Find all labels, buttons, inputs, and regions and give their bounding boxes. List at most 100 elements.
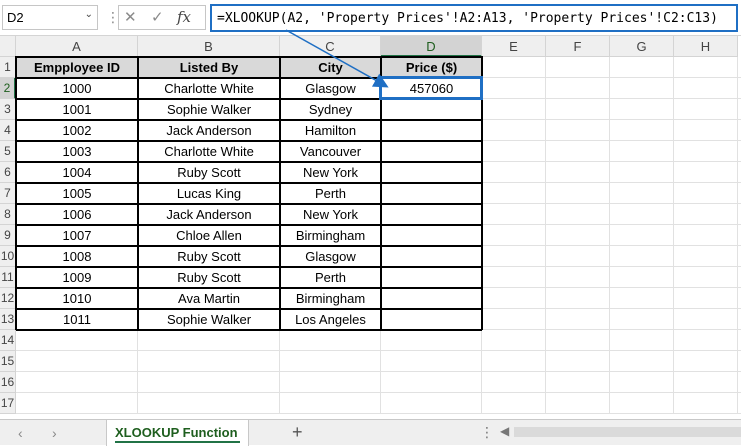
plus-icon[interactable]: + [292,422,303,443]
table-cell[interactable]: Ruby Scott [138,267,280,288]
table-cell[interactable] [381,309,482,330]
name-box[interactable]: D2 ⌄ [2,5,98,30]
formula-input[interactable]: =XLOOKUP(A2, 'Property Prices'!A2:A13, '… [210,4,738,32]
table-cell[interactable]: Perth [280,183,381,204]
table-cell[interactable] [381,246,482,267]
row-header-8[interactable]: 8 [0,204,16,225]
column-header-g[interactable]: G [610,36,674,57]
table-cell[interactable]: 1011 [16,309,138,330]
table-cell[interactable]: 1002 [16,120,138,141]
table-cell[interactable] [381,288,482,309]
row-header-9[interactable]: 9 [0,225,16,246]
table-cell[interactable]: 1009 [16,267,138,288]
table-cell[interactable]: 1007 [16,225,138,246]
column-header-b[interactable]: B [138,36,280,57]
scroll-left-icon[interactable]: ◀ [500,424,509,438]
table-cell[interactable]: 1003 [16,141,138,162]
table-cell[interactable]: Ruby Scott [138,162,280,183]
row-header-17[interactable]: 17 [0,393,16,414]
table-cell[interactable]: Sophie Walker [138,309,280,330]
table-cell[interactable]: Chloe Allen [138,225,280,246]
fx-icon[interactable]: fx [177,8,191,26]
close-icon[interactable]: ✕ [124,8,137,26]
table-cell[interactable] [381,99,482,120]
check-icon[interactable]: ✓ [151,8,164,26]
column-header-d[interactable]: D [381,36,482,57]
table-cell[interactable]: 1001 [16,99,138,120]
scroll-thumb[interactable] [514,427,741,437]
row-header-10[interactable]: 10 [0,246,16,267]
table-cell[interactable]: New York [280,204,381,225]
row-header-15[interactable]: 15 [0,351,16,372]
table-cell[interactable]: Los Angeles [280,309,381,330]
column-header-h[interactable]: H [674,36,738,57]
sheet-tab-xlookup[interactable]: XLOOKUP Function [106,420,249,446]
row-gridline [16,350,741,351]
table-header-cell[interactable]: City [280,57,381,78]
col-gridline [609,57,610,414]
chevron-right-icon[interactable]: › [52,425,57,441]
table-cell[interactable] [381,162,482,183]
table-cell[interactable]: 1006 [16,204,138,225]
sheet-tab-label: XLOOKUP Function [115,425,238,440]
column-header-c[interactable]: C [280,36,381,57]
table-border-h [16,119,482,121]
row-header-12[interactable]: 12 [0,288,16,309]
row-header-5[interactable]: 5 [0,141,16,162]
table-header-cell[interactable]: Price ($) [381,57,482,78]
table-border-h [16,266,482,268]
table-cell[interactable]: Sydney [280,99,381,120]
active-cell-d2[interactable] [379,76,483,100]
row-header-4[interactable]: 4 [0,120,16,141]
table-border-h [16,140,482,142]
row-header-16[interactable]: 16 [0,372,16,393]
row-header-1[interactable]: 1 [0,57,16,78]
table-cell[interactable] [381,267,482,288]
table-header-cell[interactable]: Empployee ID [16,57,138,78]
table-cell[interactable]: Hamilton [280,120,381,141]
horizontal-scrollbar[interactable]: ◀ [500,424,741,439]
column-header-f[interactable]: F [546,36,610,57]
column-header-a[interactable]: A [16,36,138,57]
table-border-v [137,56,139,330]
row-header-14[interactable]: 14 [0,330,16,351]
table-cell[interactable]: Birmingham [280,288,381,309]
table-cell[interactable]: Sophie Walker [138,99,280,120]
col-gridline [673,57,674,414]
row-header-7[interactable]: 7 [0,183,16,204]
table-cell[interactable]: Ava Martin [138,288,280,309]
row-header-3[interactable]: 3 [0,99,16,120]
table-cell[interactable] [381,183,482,204]
table-cell[interactable]: Jack Anderson [138,120,280,141]
table-cell[interactable]: Perth [280,267,381,288]
table-cell[interactable] [381,204,482,225]
table-cell[interactable]: New York [280,162,381,183]
table-cell[interactable]: Vancouver [280,141,381,162]
table-cell[interactable]: Jack Anderson [138,204,280,225]
table-cell[interactable]: Charlotte White [138,78,280,99]
row-header-13[interactable]: 13 [0,309,16,330]
table-cell[interactable] [381,225,482,246]
table-cell[interactable] [381,120,482,141]
row-header-6[interactable]: 6 [0,162,16,183]
row-header-2[interactable]: 2 [0,78,16,99]
row-header-11[interactable]: 11 [0,267,16,288]
table-header-cell[interactable]: Listed By [138,57,280,78]
table-cell[interactable]: 1008 [16,246,138,267]
chevron-left-icon[interactable]: ‹ [18,425,23,441]
table-cell[interactable]: Glasgow [280,78,381,99]
table-cell[interactable]: Birmingham [280,225,381,246]
table-cell[interactable]: 1010 [16,288,138,309]
table-cell[interactable]: 1004 [16,162,138,183]
column-header-e[interactable]: E [482,36,546,57]
table-cell[interactable]: 1000 [16,78,138,99]
table-cell[interactable]: Charlotte White [138,141,280,162]
select-all-corner[interactable] [0,36,16,57]
table-cell[interactable] [381,141,482,162]
table-cell[interactable]: Lucas King [138,183,280,204]
table-cell[interactable]: 1005 [16,183,138,204]
col-gridline [545,57,546,414]
table-cell[interactable]: Glasgow [280,246,381,267]
chevron-down-icon[interactable]: ⌄ [85,9,93,20]
table-cell[interactable]: Ruby Scott [138,246,280,267]
